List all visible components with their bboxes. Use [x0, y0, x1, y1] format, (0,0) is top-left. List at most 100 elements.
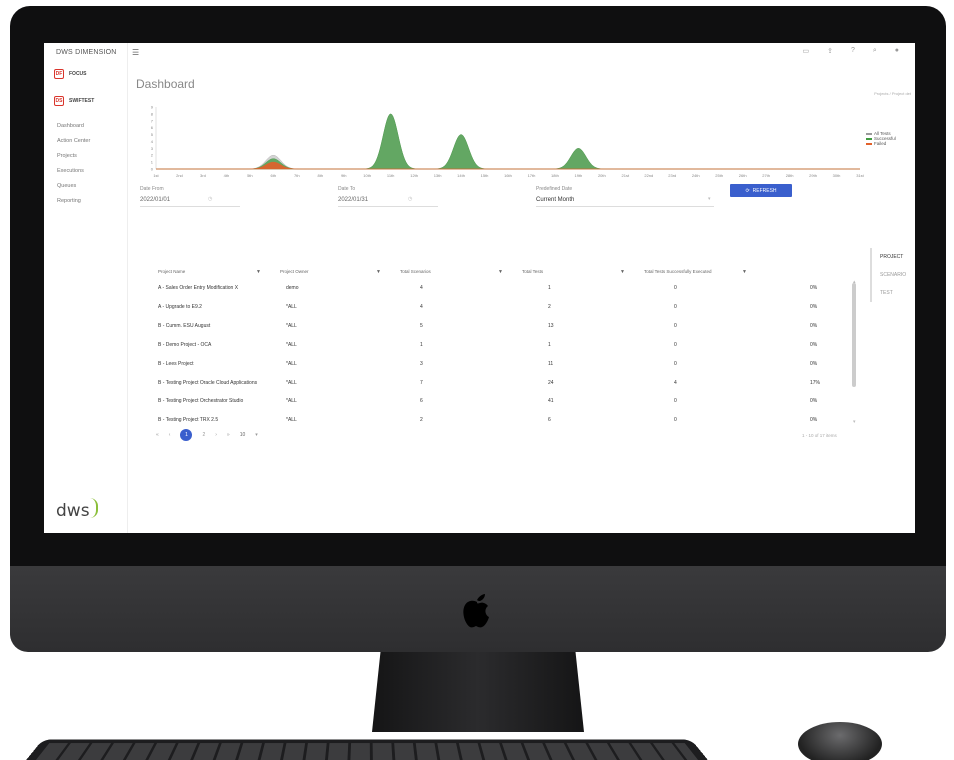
x-tick-label: 27th: [762, 173, 770, 178]
x-tick-label: 25th: [715, 173, 723, 178]
filter-icon[interactable]: ▼: [620, 269, 625, 275]
success-rate-cell: 0%: [810, 322, 818, 329]
last-page-button[interactable]: »: [227, 432, 230, 438]
tests-area-chart: 0 1 2 3 4 5 6 7 89 1st 2nd 3rd 4th 5th 6th 7th 8th 9th 10t…: [151, 105, 865, 179]
user-icon[interactable]: ●: [895, 47, 899, 55]
nav-action-center[interactable]: Action Center: [57, 134, 90, 149]
project-name-cell: B - Testing Project Oracle Cloud Applica…: [158, 379, 258, 386]
table-scrollbar[interactable]: [852, 283, 856, 387]
filter-icon[interactable]: ▼: [256, 269, 261, 275]
project-focus[interactable]: DF FOCUS: [54, 69, 87, 79]
tab-scenario[interactable]: SCENARIO: [880, 266, 906, 284]
table-row[interactable]: B - Testing Project TRX 2.5 *ALL 2 6 0 0%: [154, 417, 854, 435]
nav-dashboard[interactable]: Dashboard: [57, 119, 90, 134]
calendar-icon[interactable]: ◷: [408, 196, 412, 202]
project-name-cell: A - Upgrade to E9.2: [158, 303, 202, 310]
y-tick-label: 6: [151, 125, 154, 130]
col-project-owner[interactable]: Project Owner: [280, 269, 309, 274]
all-tests-area: [156, 113, 860, 170]
total-scenarios-cell: 4: [420, 285, 423, 291]
total-successful-cell: 0: [674, 303, 677, 310]
predefined-date-select[interactable]: Current Month: [536, 197, 574, 203]
scroll-up-icon[interactable]: ▴: [853, 279, 856, 285]
nav-executions[interactable]: Executions: [57, 164, 90, 179]
x-tick-label: 10th: [363, 173, 371, 178]
x-tick-label: 24th: [692, 173, 700, 178]
x-tick-label: 7th: [294, 173, 300, 178]
nav-projects[interactable]: Projects: [57, 149, 90, 164]
focus-logo-icon: DF: [54, 69, 64, 79]
x-tick-label: 13th: [434, 173, 442, 178]
x-tick-label: 6th: [271, 173, 277, 178]
breadcrumb[interactable]: Projects / Project det: [874, 91, 911, 96]
legend-failed[interactable]: Failed: [866, 141, 896, 146]
dws-swoosh-icon: [90, 498, 98, 518]
table-row[interactable]: B - Lees Project *ALL 3 11 0 0%: [154, 361, 854, 379]
first-page-button[interactable]: «: [156, 432, 159, 438]
success-rate-cell: 0%: [810, 303, 818, 310]
y-tick-label: 1: [151, 160, 154, 165]
nav-menu: Dashboard Action Center Projects Executi…: [57, 119, 90, 209]
view-tabs: PROJECT SCENARIO TEST: [870, 248, 906, 302]
col-total-scenarios[interactable]: Total Scenarios: [400, 269, 431, 274]
date-to-input[interactable]: 2022/01/31: [338, 197, 368, 203]
dws-logo: dws: [56, 501, 90, 521]
x-tick-label: 11th: [387, 173, 395, 178]
page-2-button[interactable]: 2: [202, 432, 205, 438]
table-row[interactable]: B - Demo Project - OCA *ALL 1 1 0 0%: [154, 342, 854, 360]
project-swiftest[interactable]: DS SWIFTEST: [54, 96, 94, 106]
x-tick-label: 9th: [341, 173, 347, 178]
table-row[interactable]: A - Upgrade to E9.2 *ALL 4 2 0 0%: [154, 304, 854, 322]
tab-test[interactable]: TEST: [880, 284, 906, 302]
tab-project[interactable]: PROJECT: [880, 248, 906, 266]
help-icon[interactable]: ?: [851, 47, 855, 55]
table-row[interactable]: B - Testing Project Orchestrator Studio *…: [154, 398, 854, 416]
mouse: [798, 722, 882, 760]
apple-logo-icon: [463, 594, 489, 628]
date-from-input[interactable]: 2022/01/01: [140, 197, 170, 203]
y-tick-label: 0: [151, 167, 154, 172]
calendar-icon[interactable]: ◷: [208, 196, 212, 202]
app-screen: DWS DIMENSION DF FOCUS DS SWIFTEST Dashb…: [44, 43, 915, 533]
y-tick-label: 5: [151, 132, 154, 137]
project-name-cell: B - Demo Project - OCA: [158, 341, 212, 348]
page-size-select[interactable]: 10: [240, 432, 246, 438]
project-owner-cell: *ALL: [286, 398, 297, 405]
next-page-button[interactable]: ›: [215, 432, 217, 438]
total-tests-cell: 1: [548, 341, 551, 348]
prev-page-button[interactable]: ‹: [169, 432, 171, 438]
search-icon[interactable]: ⌕: [873, 47, 877, 55]
x-tick-label: 4th: [224, 173, 230, 178]
project-label: FOCUS: [69, 71, 87, 77]
page-1-button[interactable]: 1: [180, 429, 193, 441]
project-name-cell: B - Cumm. ESU August: [158, 322, 211, 329]
filter-icon[interactable]: ▼: [498, 269, 503, 275]
success-rate-cell: 0%: [810, 417, 818, 424]
refresh-button[interactable]: ⟳ REFRESH: [730, 184, 792, 197]
col-total-tests[interactable]: Total Tests: [522, 269, 543, 274]
col-project-name[interactable]: Project Name: [158, 269, 185, 274]
x-tick-label: 22nd: [644, 173, 653, 178]
upload-icon[interactable]: ⇪: [827, 47, 833, 55]
filter-icon[interactable]: ▼: [376, 269, 381, 275]
col-total-successful[interactable]: Total Tests Successfully Executed: [644, 269, 711, 274]
monitor-icon[interactable]: ▭: [802, 47, 809, 55]
chevron-down-icon[interactable]: ▾: [708, 196, 711, 202]
total-successful-cell: 0: [674, 285, 677, 291]
x-tick-label: 3rd: [200, 173, 206, 178]
table-row[interactable]: A - Sales Order Entry Modification X demo…: [154, 285, 854, 303]
success-rate-cell: 17%: [810, 379, 821, 386]
menu-toggle-icon[interactable]: ☰: [132, 48, 139, 57]
x-tick-label: 30th: [833, 173, 841, 178]
table-row[interactable]: B - Cumm. ESU August *ALL 5 13 0 0%: [154, 323, 854, 341]
y-tick-label: 2: [151, 153, 154, 158]
project-owner-cell: *ALL: [286, 341, 297, 348]
scroll-down-icon[interactable]: ▾: [853, 419, 856, 425]
filter-icon[interactable]: ▼: [742, 269, 747, 275]
page-size-chevron-icon[interactable]: ▾: [255, 432, 258, 438]
nav-queues[interactable]: Queues: [57, 179, 90, 194]
table-row[interactable]: B - Testing Project Oracle Cloud Applica…: [154, 380, 854, 398]
nav-reporting[interactable]: Reporting: [57, 194, 90, 209]
date-from-label: Date From: [140, 186, 164, 192]
x-tick-label: 19th: [575, 173, 583, 178]
